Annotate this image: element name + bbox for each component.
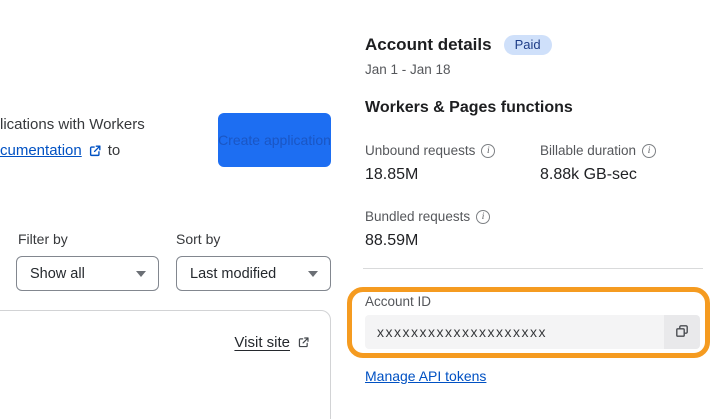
date-range: Jan 1 - Jan 18 (365, 62, 451, 77)
filter-by-label: Filter by (18, 231, 68, 247)
paid-badge: Paid (503, 35, 552, 55)
create-application-button[interactable]: Create application (218, 113, 331, 167)
stat-unbound-requests: Unbound requests 18.85M (365, 143, 496, 184)
info-icon[interactable] (481, 143, 496, 158)
visit-site-label: Visit site (234, 334, 290, 351)
divider (363, 268, 703, 269)
copy-icon (674, 323, 690, 342)
stat-bundled-requests: Bundled requests 88.59M (365, 209, 491, 250)
chevron-down-icon (308, 270, 318, 277)
documentation-link[interactable]: cumentation (0, 142, 82, 159)
sort-dropdown[interactable]: Last modified (176, 256, 331, 291)
stat-billable-duration: Billable duration 8.88k GB-sec (540, 143, 657, 184)
copy-button[interactable] (664, 315, 700, 349)
stat-value: 88.59M (365, 232, 419, 249)
functions-section-title: Workers & Pages functions (365, 99, 573, 116)
account-id-field-group (365, 315, 700, 349)
account-details-title: Account details (365, 35, 492, 54)
external-link-icon (88, 144, 102, 158)
account-id-input[interactable] (365, 315, 664, 349)
site-card: Visit site (0, 310, 331, 419)
visit-site-link[interactable]: Visit site (234, 334, 310, 351)
stat-value: 8.88k GB-sec (540, 166, 637, 183)
filter-dropdown[interactable]: Show all (16, 256, 159, 291)
external-link-icon (297, 336, 310, 349)
account-id-label: Account ID (365, 294, 432, 309)
intro-text-line1: lications with Workers (0, 116, 145, 133)
workers-pages-dashboard: lications with Workers cumentation to Cr… (0, 0, 718, 419)
stat-label: Billable duration (540, 143, 637, 158)
sort-dropdown-value: Last modified (190, 265, 277, 282)
filter-dropdown-value: Show all (30, 265, 85, 282)
stat-label: Unbound requests (365, 143, 476, 158)
manage-api-tokens-label: Manage API tokens (365, 368, 487, 384)
intro-text-line2: cumentation to (0, 142, 120, 159)
info-icon[interactable] (476, 209, 491, 224)
manage-api-tokens-link[interactable]: Manage API tokens (365, 368, 486, 384)
stat-value: 18.85M (365, 166, 419, 183)
sort-by-label: Sort by (176, 231, 221, 247)
chevron-down-icon (136, 270, 146, 277)
intro-text-suffix: to (107, 142, 121, 159)
account-details-header: Account details Paid (365, 35, 552, 55)
info-icon[interactable] (642, 143, 657, 158)
stat-label: Bundled requests (365, 209, 471, 224)
